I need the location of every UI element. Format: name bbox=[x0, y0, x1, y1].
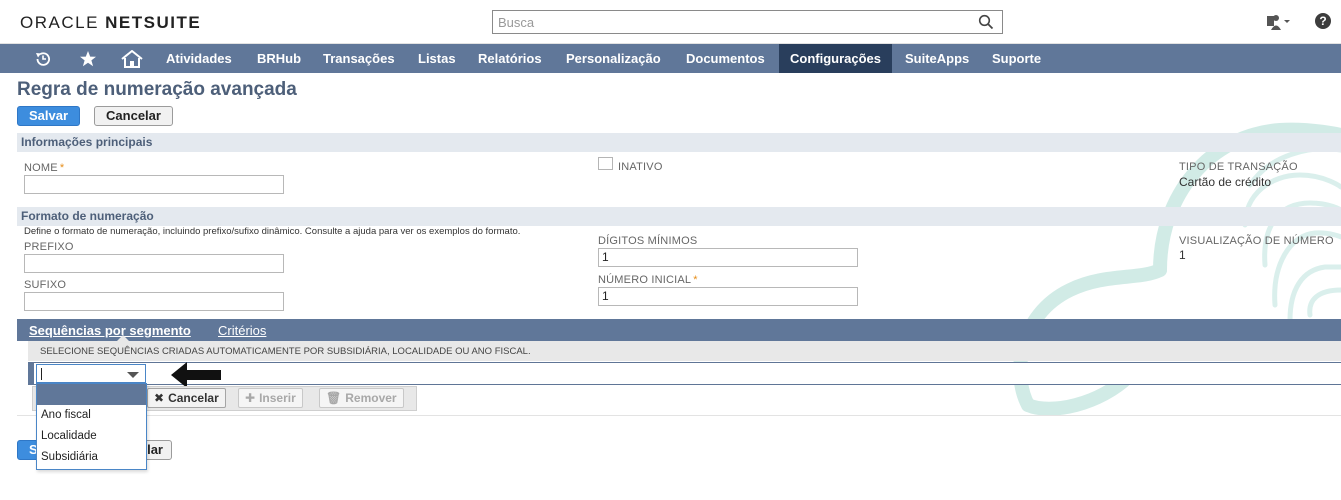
inactive-checkbox[interactable] bbox=[598, 157, 613, 170]
sublist-instructions: SELECIONE SEQUÊNCIAS CRIADAS AUTOMATICAM… bbox=[28, 341, 1341, 361]
dropdown-option-location[interactable]: Localidade bbox=[37, 426, 146, 447]
nav-suporte[interactable]: Suporte bbox=[981, 44, 1052, 73]
number-preview-value: 1 bbox=[1179, 248, 1186, 262]
tab-criteria[interactable]: Critérios bbox=[218, 323, 266, 338]
close-icon: ✖ bbox=[154, 391, 165, 405]
suffix-label: SUFIXO bbox=[24, 279, 67, 291]
user-roles-icon[interactable] bbox=[1265, 13, 1291, 36]
nav-relatorios[interactable]: Relatórios bbox=[467, 44, 553, 73]
suffix-field[interactable] bbox=[24, 292, 284, 311]
trash-icon: 🗑 bbox=[326, 391, 342, 405]
format-help-text: Define o formato de numeração, incluindo… bbox=[24, 226, 521, 237]
section-title: Formato de numeração bbox=[21, 209, 154, 223]
nav-personalizacao[interactable]: Personalização bbox=[555, 44, 672, 73]
line-cancel-button[interactable]: ✖ Cancelar bbox=[147, 388, 226, 408]
sublist-edit-row[interactable] bbox=[28, 362, 1341, 385]
nav-brhub[interactable]: BRHub bbox=[246, 44, 312, 73]
inactive-label: INATIVO bbox=[618, 161, 663, 173]
nav-configuracoes[interactable]: Configurações bbox=[779, 44, 893, 73]
dropdown-option-subsidiary[interactable]: Subsidiária bbox=[37, 447, 146, 468]
transaction-type-value: Cartão de crédito bbox=[1179, 175, 1272, 189]
divider bbox=[17, 415, 1341, 416]
nav-suiteapps[interactable]: SuiteApps bbox=[894, 44, 980, 73]
text-cursor bbox=[41, 368, 42, 380]
top-header: ORACLE NETSUITE ? bbox=[0, 0, 1341, 44]
name-field[interactable] bbox=[24, 175, 284, 194]
line-remove-button[interactable]: 🗑 Remover bbox=[319, 388, 404, 408]
name-label: NOME * bbox=[24, 162, 65, 174]
subtab-bar: Sequências por segmento Critérios bbox=[17, 319, 1341, 341]
star-icon[interactable] bbox=[72, 44, 104, 73]
global-search[interactable] bbox=[492, 10, 1003, 34]
dropdown-option-fiscal-year[interactable]: Ano fiscal bbox=[37, 405, 146, 426]
nav-listas[interactable]: Listas bbox=[407, 44, 467, 73]
logo-oracle: ORACLE bbox=[20, 13, 99, 32]
prefix-field[interactable] bbox=[24, 254, 284, 273]
line-insert-button[interactable]: ✚ Inserir bbox=[238, 388, 303, 408]
instruction-text: SELECIONE SEQUÊNCIAS CRIADAS AUTOMATICAM… bbox=[40, 346, 531, 357]
start-number-field[interactable]: 1 bbox=[598, 287, 858, 306]
section-main-info[interactable]: Informações principais bbox=[17, 133, 1341, 152]
dropdown-option-blank[interactable] bbox=[37, 384, 146, 405]
segment-dropdown-list: Ano fiscal Localidade Subsidiária bbox=[36, 383, 147, 470]
min-digits-field[interactable]: 1 bbox=[598, 248, 858, 267]
min-digits-label: DÍGITOS MÍNIMOS bbox=[598, 235, 698, 247]
help-icon[interactable]: ? bbox=[1315, 13, 1331, 29]
nav-transacoes[interactable]: Transações bbox=[312, 44, 406, 73]
history-icon[interactable] bbox=[27, 44, 59, 73]
number-preview-label: VISUALIZAÇÃO DE NÚMERO bbox=[1179, 235, 1334, 247]
logo-netsuite: NETSUITE bbox=[105, 13, 202, 32]
main-navigation: Atividades BRHub Transações Listas Relat… bbox=[0, 44, 1341, 73]
nav-atividades[interactable]: Atividades bbox=[155, 44, 243, 73]
segment-select[interactable] bbox=[36, 364, 146, 383]
section-title: Informações principais bbox=[21, 135, 153, 149]
prefix-label: PREFIXO bbox=[24, 241, 74, 253]
search-input[interactable] bbox=[493, 11, 963, 33]
page-title: Regra de numeração avançada bbox=[17, 79, 297, 100]
nav-documentos[interactable]: Documentos bbox=[675, 44, 776, 73]
chevron-down-icon[interactable] bbox=[127, 372, 139, 378]
home-icon[interactable] bbox=[116, 44, 148, 73]
transaction-type-label: TIPO DE TRANSAÇÃO bbox=[1179, 161, 1298, 173]
start-number-label: NÚMERO INICIAL * bbox=[598, 274, 698, 286]
search-icon[interactable] bbox=[978, 14, 994, 35]
cancel-button[interactable]: Cancelar bbox=[94, 106, 173, 126]
save-button[interactable]: Salvar bbox=[17, 106, 80, 126]
plus-icon: ✚ bbox=[245, 391, 256, 405]
tab-segment-sequences[interactable]: Sequências por segmento bbox=[29, 323, 191, 338]
netsuite-logo[interactable]: ORACLE NETSUITE bbox=[20, 13, 201, 33]
section-numbering-format[interactable]: Formato de numeração bbox=[17, 207, 1341, 226]
row-marker bbox=[28, 363, 34, 384]
